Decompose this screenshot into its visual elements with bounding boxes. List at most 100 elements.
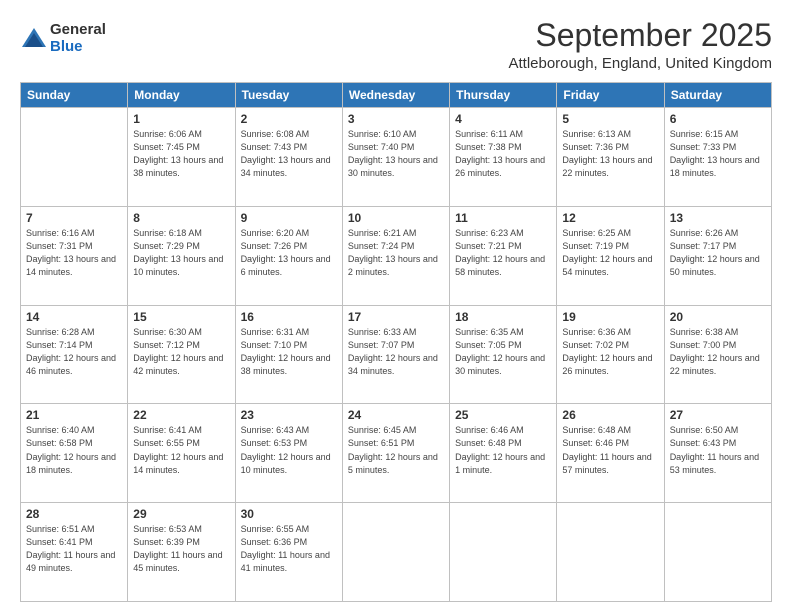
day-number: 16 (241, 310, 337, 324)
day-info: Sunrise: 6:48 AM Sunset: 6:46 PM Dayligh… (562, 424, 658, 476)
day-info: Sunrise: 6:38 AM Sunset: 7:00 PM Dayligh… (670, 326, 766, 378)
logo: General Blue (20, 22, 106, 55)
day-info: Sunrise: 6:13 AM Sunset: 7:36 PM Dayligh… (562, 128, 658, 180)
day-number: 30 (241, 507, 337, 521)
table-row: 26 Sunrise: 6:48 AM Sunset: 6:46 PM Dayli… (557, 404, 664, 503)
day-number: 17 (348, 310, 444, 324)
day-number: 5 (562, 112, 658, 126)
table-row: 2Sunrise: 6:08 AM Sunset: 7:43 PM Daylig… (235, 108, 342, 207)
calendar-week-row: 14 Sunrise: 6:28 AM Sunset: 7:14 PM Dayli… (21, 305, 772, 404)
day-info: Sunrise: 6:55 AM Sunset: 6:36 PM Dayligh… (241, 523, 337, 575)
day-info: Sunrise: 6:16 AM Sunset: 7:31 PM Dayligh… (26, 227, 122, 279)
table-row: 25 Sunrise: 6:46 AM Sunset: 6:48 PM Dayli… (450, 404, 557, 503)
day-number: 20 (670, 310, 766, 324)
month-title: September 2025 (508, 18, 772, 53)
calendar-week-row: 28 Sunrise: 6:51 AM Sunset: 6:41 PM Dayli… (21, 503, 772, 602)
table-row (557, 503, 664, 602)
day-number: 14 (26, 310, 122, 324)
day-number: 24 (348, 408, 444, 422)
table-row (450, 503, 557, 602)
table-row: 12 Sunrise: 6:25 AM Sunset: 7:19 PM Dayli… (557, 206, 664, 305)
logo-general: General (50, 22, 106, 39)
table-row: 15 Sunrise: 6:30 AM Sunset: 7:12 PM Dayli… (128, 305, 235, 404)
header-tuesday: Tuesday (235, 83, 342, 108)
table-row: 30 Sunrise: 6:55 AM Sunset: 6:36 PM Dayli… (235, 503, 342, 602)
day-number: 10 (348, 211, 444, 225)
day-number: 26 (562, 408, 658, 422)
table-row: 13Sunrise: 6:26 AM Sunset: 7:17 PM Dayli… (664, 206, 771, 305)
day-number: 11 (455, 211, 551, 225)
day-number: 13 (670, 211, 766, 225)
day-info: Sunrise: 6:41 AM Sunset: 6:55 PM Dayligh… (133, 424, 229, 476)
table-row: 7 Sunrise: 6:16 AM Sunset: 7:31 PM Daylig… (21, 206, 128, 305)
logo-blue: Blue (50, 39, 106, 56)
day-info: Sunrise: 6:33 AM Sunset: 7:07 PM Dayligh… (348, 326, 444, 378)
day-info: Sunrise: 6:23 AM Sunset: 7:21 PM Dayligh… (455, 227, 551, 279)
page: General Blue September 2025 Attleborough… (0, 0, 792, 612)
day-info: Sunrise: 6:36 AM Sunset: 7:02 PM Dayligh… (562, 326, 658, 378)
table-row: 23Sunrise: 6:43 AM Sunset: 6:53 PM Dayli… (235, 404, 342, 503)
table-row: 11 Sunrise: 6:23 AM Sunset: 7:21 PM Dayli… (450, 206, 557, 305)
day-info: Sunrise: 6:10 AM Sunset: 7:40 PM Dayligh… (348, 128, 444, 180)
day-info: Sunrise: 6:06 AM Sunset: 7:45 PM Dayligh… (133, 128, 229, 180)
day-number: 22 (133, 408, 229, 422)
day-number: 28 (26, 507, 122, 521)
table-row: 21Sunrise: 6:40 AM Sunset: 6:58 PM Dayli… (21, 404, 128, 503)
day-number: 21 (26, 408, 122, 422)
header-thursday: Thursday (450, 83, 557, 108)
day-info: Sunrise: 6:15 AM Sunset: 7:33 PM Dayligh… (670, 128, 766, 180)
day-info: Sunrise: 6:53 AM Sunset: 6:39 PM Dayligh… (133, 523, 229, 575)
table-row (21, 108, 128, 207)
calendar: Sunday Monday Tuesday Wednesday Thursday… (20, 82, 772, 602)
day-number: 15 (133, 310, 229, 324)
day-number: 19 (562, 310, 658, 324)
day-info: Sunrise: 6:18 AM Sunset: 7:29 PM Dayligh… (133, 227, 229, 279)
logo-text: General Blue (50, 22, 106, 55)
day-info: Sunrise: 6:31 AM Sunset: 7:10 PM Dayligh… (241, 326, 337, 378)
table-row: 4 Sunrise: 6:11 AM Sunset: 7:38 PM Daylig… (450, 108, 557, 207)
day-info: Sunrise: 6:35 AM Sunset: 7:05 PM Dayligh… (455, 326, 551, 378)
day-info: Sunrise: 6:45 AM Sunset: 6:51 PM Dayligh… (348, 424, 444, 476)
day-number: 3 (348, 112, 444, 126)
table-row: 10Sunrise: 6:21 AM Sunset: 7:24 PM Dayli… (342, 206, 449, 305)
calendar-header-row: Sunday Monday Tuesday Wednesday Thursday… (21, 83, 772, 108)
day-info: Sunrise: 6:30 AM Sunset: 7:12 PM Dayligh… (133, 326, 229, 378)
day-number: 4 (455, 112, 551, 126)
day-info: Sunrise: 6:25 AM Sunset: 7:19 PM Dayligh… (562, 227, 658, 279)
table-row: 14 Sunrise: 6:28 AM Sunset: 7:14 PM Dayli… (21, 305, 128, 404)
day-number: 25 (455, 408, 551, 422)
day-number: 12 (562, 211, 658, 225)
table-row: 28 Sunrise: 6:51 AM Sunset: 6:41 PM Dayli… (21, 503, 128, 602)
day-info: Sunrise: 6:28 AM Sunset: 7:14 PM Dayligh… (26, 326, 122, 378)
calendar-week-row: 21Sunrise: 6:40 AM Sunset: 6:58 PM Dayli… (21, 404, 772, 503)
table-row: 16 Sunrise: 6:31 AM Sunset: 7:10 PM Dayli… (235, 305, 342, 404)
day-info: Sunrise: 6:51 AM Sunset: 6:41 PM Dayligh… (26, 523, 122, 575)
table-row: 20 Sunrise: 6:38 AM Sunset: 7:00 PM Dayli… (664, 305, 771, 404)
table-row: 18Sunrise: 6:35 AM Sunset: 7:05 PM Dayli… (450, 305, 557, 404)
day-number: 8 (133, 211, 229, 225)
title-block: September 2025 Attleborough, England, Un… (508, 18, 772, 72)
header-monday: Monday (128, 83, 235, 108)
table-row: 29 Sunrise: 6:53 AM Sunset: 6:39 PM Dayli… (128, 503, 235, 602)
table-row: 27Sunrise: 6:50 AM Sunset: 6:43 PM Dayli… (664, 404, 771, 503)
day-number: 6 (670, 112, 766, 126)
table-row: 3 Sunrise: 6:10 AM Sunset: 7:40 PM Daylig… (342, 108, 449, 207)
day-number: 9 (241, 211, 337, 225)
table-row: 22 Sunrise: 6:41 AM Sunset: 6:55 PM Dayli… (128, 404, 235, 503)
table-row: 9Sunrise: 6:20 AM Sunset: 7:26 PM Daylig… (235, 206, 342, 305)
day-number: 23 (241, 408, 337, 422)
table-row (342, 503, 449, 602)
calendar-week-row: 7 Sunrise: 6:16 AM Sunset: 7:31 PM Daylig… (21, 206, 772, 305)
table-row: 6 Sunrise: 6:15 AM Sunset: 7:33 PM Daylig… (664, 108, 771, 207)
location: Attleborough, England, United Kingdom (508, 55, 772, 72)
table-row: 8 Sunrise: 6:18 AM Sunset: 7:29 PM Daylig… (128, 206, 235, 305)
table-row: 24 Sunrise: 6:45 AM Sunset: 6:51 PM Dayli… (342, 404, 449, 503)
day-number: 29 (133, 507, 229, 521)
table-row: 1Sunrise: 6:06 AM Sunset: 7:45 PM Daylig… (128, 108, 235, 207)
day-number: 7 (26, 211, 122, 225)
day-info: Sunrise: 6:46 AM Sunset: 6:48 PM Dayligh… (455, 424, 551, 476)
day-info: Sunrise: 6:11 AM Sunset: 7:38 PM Dayligh… (455, 128, 551, 180)
day-info: Sunrise: 6:08 AM Sunset: 7:43 PM Dayligh… (241, 128, 337, 180)
table-row (664, 503, 771, 602)
header-friday: Friday (557, 83, 664, 108)
